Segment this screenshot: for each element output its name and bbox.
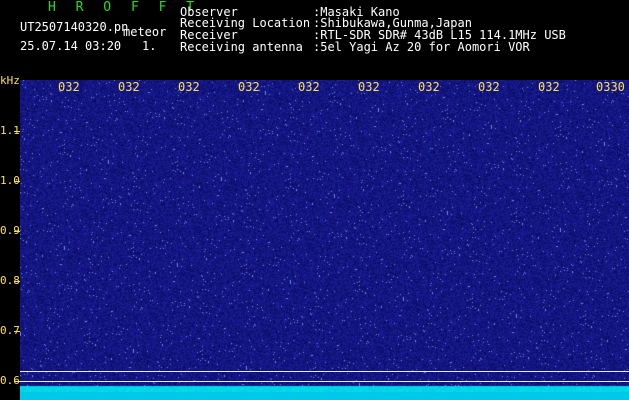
y-tick-mark-6 bbox=[14, 381, 20, 382]
y-tick-mark-4 bbox=[14, 281, 20, 282]
antenna-value: :5el Yagi Az 20 for Aomori VOR bbox=[313, 40, 530, 54]
filename-label: UT2507140320.pn bbox=[20, 20, 129, 34]
reference-line-lower bbox=[20, 381, 629, 382]
x-tick-5: 032 bbox=[298, 80, 320, 94]
app-brand: H R O F F T bbox=[48, 0, 201, 15]
y-axis-unit: kHz bbox=[0, 74, 20, 87]
x-tick-10: 0330 bbox=[596, 80, 625, 94]
y-tick-mark-3 bbox=[14, 231, 20, 232]
x-tick-3: 032 bbox=[178, 80, 200, 94]
x-tick-1: 032 bbox=[58, 80, 80, 94]
reference-line-upper bbox=[20, 371, 629, 372]
spectrogram-plot bbox=[20, 80, 629, 400]
x-tick-7: 032 bbox=[418, 80, 440, 94]
x-tick-4: 032 bbox=[238, 80, 260, 94]
signal-band bbox=[20, 392, 629, 400]
x-tick-6: 032 bbox=[358, 80, 380, 94]
x-tick-9: 032 bbox=[538, 80, 560, 94]
y-tick-mark-5 bbox=[14, 331, 20, 332]
spectrogram-noise bbox=[20, 80, 629, 400]
y-tick-mark-2 bbox=[14, 181, 20, 182]
x-tick-2: 032 bbox=[118, 80, 140, 94]
index-label: 1. bbox=[142, 39, 157, 53]
datetime-label: 25.07.14 03:20 bbox=[20, 39, 122, 53]
y-tick-mark-1 bbox=[14, 131, 20, 132]
mode-label: meteor bbox=[123, 25, 167, 39]
antenna-label: Receiving antenna bbox=[180, 40, 303, 54]
x-tick-8: 032 bbox=[478, 80, 500, 94]
spectrogram-screen: H R O F F T UT2507140320.pn meteor 25.07… bbox=[0, 0, 629, 400]
